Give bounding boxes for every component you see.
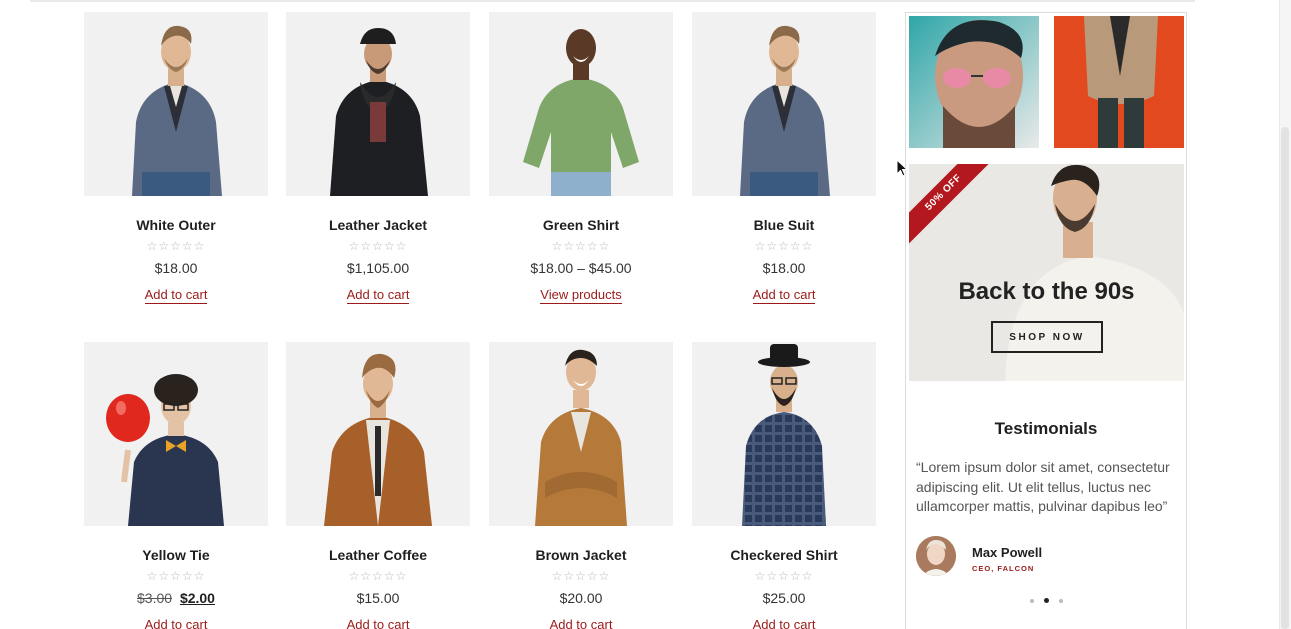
product-price: $20.00 <box>559 590 603 606</box>
product-card: Checkered Shirt ☆☆☆☆☆ $25.00 Add to cart <box>692 342 876 629</box>
sidebar-image-jacket-man[interactable] <box>1054 16 1184 148</box>
shop-now-button[interactable]: SHOP NOW <box>991 321 1103 353</box>
add-to-cart-button[interactable]: Add to cart <box>144 287 208 304</box>
product-card: White Outer ☆☆☆☆☆ $18.00 Add to cart <box>84 12 268 312</box>
carousel-dot[interactable] <box>1058 599 1063 603</box>
promo-title: Back to the 90s <box>958 278 1135 305</box>
product-grid: White Outer ☆☆☆☆☆ $18.00 Add to cart Lea… <box>84 12 876 629</box>
product-price: $18.00 – $45.00 <box>530 260 632 276</box>
avatar <box>916 536 956 576</box>
testimonial-quote: “Lorem ipsum dolor sit amet, consectetur… <box>916 459 1170 514</box>
testimonial-author: Max Powell <box>972 545 1043 560</box>
product-card: Yellow Tie ☆☆☆☆☆ $3.00 $2.00 Add to cart <box>84 342 268 629</box>
rating-stars: ☆☆☆☆☆ <box>551 239 611 253</box>
product-card: Green Shirt ☆☆☆☆☆ $18.00 – $45.00 View p… <box>489 12 673 312</box>
add-to-cart-button[interactable]: Add to cart <box>346 287 410 304</box>
rating-stars: ☆☆☆☆☆ <box>146 569 206 583</box>
product-price: $1,105.00 <box>346 260 410 276</box>
product-name[interactable]: Leather Jacket <box>286 217 470 233</box>
add-to-cart-button[interactable]: Add to cart <box>144 617 208 629</box>
product-image[interactable] <box>84 342 268 526</box>
product-name[interactable]: Blue Suit <box>692 217 876 233</box>
product-image[interactable] <box>692 12 876 196</box>
product-image[interactable] <box>286 342 470 526</box>
add-to-cart-button[interactable]: Add to cart <box>752 287 816 304</box>
product-card: Leather Jacket ☆☆☆☆☆ $1,105.00 Add to ca… <box>286 12 470 312</box>
product-image[interactable] <box>286 12 470 196</box>
product-card: Blue Suit ☆☆☆☆☆ $18.00 Add to cart <box>692 12 876 312</box>
product-price: $18.00 <box>154 260 198 276</box>
view-products-link[interactable]: View products <box>540 287 622 304</box>
testimonials-title: Testimonials <box>994 419 1098 438</box>
product-name[interactable]: Checkered Shirt <box>692 547 876 563</box>
product-image[interactable] <box>489 342 673 526</box>
testimonial-role: CEO, FALCON <box>972 564 1035 573</box>
rating-stars: ☆☆☆☆☆ <box>348 239 408 253</box>
rating-stars: ☆☆☆☆☆ <box>551 569 611 583</box>
product-image[interactable] <box>489 12 673 196</box>
sale-price: $2.00 <box>179 590 215 606</box>
product-card: Brown Jacket ☆☆☆☆☆ $20.00 Add to cart <box>489 342 673 629</box>
product-image[interactable] <box>692 342 876 526</box>
sidebar: 50% OFF Back to the 90s SHOP NOW Testimo… <box>905 12 1187 629</box>
product-name[interactable]: Green Shirt <box>489 217 673 233</box>
product-price: $25.00 <box>762 590 806 606</box>
product-card: Leather Coffee ☆☆☆☆☆ $15.00 Add to cart <box>286 342 470 629</box>
product-name[interactable]: Leather Coffee <box>286 547 470 563</box>
product-image[interactable] <box>84 12 268 196</box>
carousel-dot-active[interactable] <box>1043 598 1049 603</box>
add-to-cart-button[interactable]: Add to cart <box>549 617 613 629</box>
carousel-dots <box>906 598 1186 603</box>
sidebar-image-sunglasses-man[interactable] <box>909 16 1039 148</box>
promo-banner: 50% OFF Back to the 90s SHOP NOW <box>909 164 1184 381</box>
product-price: $15.00 <box>356 590 400 606</box>
product-name[interactable]: White Outer <box>84 217 268 233</box>
product-price: $18.00 <box>762 260 806 276</box>
scrollbar-thumb[interactable] <box>1281 127 1289 629</box>
product-name[interactable]: Brown Jacket <box>489 547 673 563</box>
top-divider <box>30 0 1195 2</box>
rating-stars: ☆☆☆☆☆ <box>754 239 814 253</box>
mouse-cursor-icon <box>896 159 908 177</box>
original-price: $3.00 <box>137 590 173 606</box>
add-to-cart-button[interactable]: Add to cart <box>346 617 410 629</box>
product-price: $3.00 $2.00 <box>84 590 268 606</box>
rating-stars: ☆☆☆☆☆ <box>146 239 206 253</box>
rating-stars: ☆☆☆☆☆ <box>754 569 814 583</box>
carousel-dot[interactable] <box>1029 599 1034 603</box>
add-to-cart-button[interactable]: Add to cart <box>752 617 816 629</box>
product-name[interactable]: Yellow Tie <box>84 547 268 563</box>
rating-stars: ☆☆☆☆☆ <box>348 569 408 583</box>
